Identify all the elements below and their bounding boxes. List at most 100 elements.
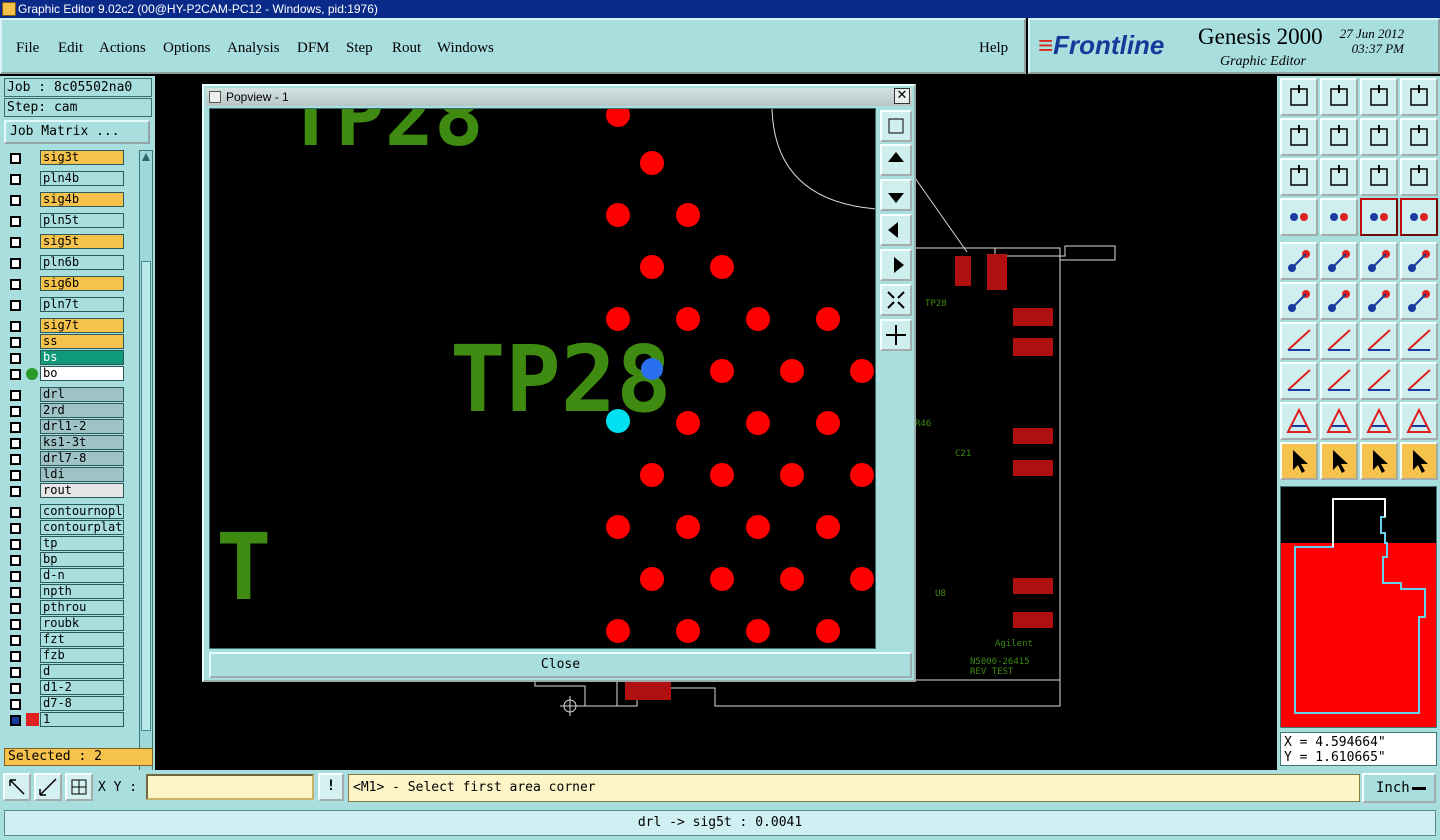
popview-pan-right-button[interactable] bbox=[880, 249, 912, 281]
layer-row[interactable]: drl bbox=[4, 387, 126, 403]
grid-icon[interactable] bbox=[1320, 198, 1358, 236]
popview-close-icon[interactable]: ✕ bbox=[894, 88, 910, 104]
layer-row[interactable]: sig6b bbox=[4, 276, 126, 292]
layer-name[interactable]: d-n bbox=[40, 568, 124, 583]
layer-checkbox[interactable] bbox=[10, 195, 21, 206]
layer-name[interactable]: contournopl bbox=[40, 504, 124, 519]
xy-input[interactable] bbox=[146, 774, 314, 800]
layer-name[interactable]: drl1-2 bbox=[40, 419, 124, 434]
layer-row[interactable]: pln6b bbox=[4, 255, 126, 271]
layer-checkbox[interactable] bbox=[10, 667, 21, 678]
layer-checkbox[interactable] bbox=[10, 258, 21, 269]
triangle-up-icon[interactable] bbox=[1320, 402, 1358, 440]
layer-checkbox[interactable] bbox=[10, 603, 21, 614]
zoom-box-icon[interactable] bbox=[1400, 78, 1438, 116]
layer-name[interactable]: pln4b bbox=[40, 171, 124, 186]
menu-dfm[interactable]: DFM bbox=[297, 40, 330, 57]
select-arrow-icon[interactable] bbox=[1360, 442, 1398, 480]
snap-drill-icon[interactable] bbox=[1360, 198, 1398, 236]
select-box-icon[interactable] bbox=[1320, 442, 1358, 480]
layer-name[interactable]: sig6b bbox=[40, 276, 124, 291]
popview-pan-up-button[interactable] bbox=[880, 144, 912, 176]
layer-checkbox[interactable] bbox=[10, 300, 21, 311]
popview-close-button[interactable]: Close bbox=[209, 652, 912, 678]
popview-zoom-fit-button[interactable] bbox=[880, 110, 912, 142]
layer-row[interactable]: fzt bbox=[4, 632, 126, 648]
layer-checkbox[interactable] bbox=[10, 406, 21, 417]
layer-name[interactable]: sig7t bbox=[40, 318, 124, 333]
layer-checkbox[interactable] bbox=[10, 470, 21, 481]
menu-help[interactable]: Help bbox=[979, 40, 1008, 57]
layer-name[interactable]: bs bbox=[40, 350, 124, 365]
layer-checkbox[interactable] bbox=[10, 619, 21, 630]
menu-rout[interactable]: Rout bbox=[392, 40, 421, 57]
undo-zoom-icon[interactable] bbox=[1360, 118, 1398, 156]
center-icon[interactable] bbox=[1320, 158, 1358, 196]
layer-name[interactable]: d7-8 bbox=[40, 696, 124, 711]
layer-row[interactable]: bo bbox=[4, 366, 126, 382]
layer-checkbox[interactable] bbox=[10, 153, 21, 164]
arc-tool-icon[interactable] bbox=[1320, 322, 1358, 360]
scroll-thumb[interactable] bbox=[141, 261, 151, 731]
layer-row[interactable]: sig3t bbox=[4, 150, 126, 166]
fit-all-icon[interactable] bbox=[1280, 158, 1318, 196]
menu-options[interactable]: Options bbox=[163, 40, 211, 57]
popview-zoom-in-button[interactable] bbox=[880, 284, 912, 316]
layer-checkbox[interactable] bbox=[10, 279, 21, 290]
job-matrix-button[interactable]: Job Matrix ... bbox=[4, 120, 150, 144]
zoom-home-icon[interactable] bbox=[1280, 78, 1318, 116]
layer-row[interactable]: drl7-8 bbox=[4, 451, 126, 467]
line-tool-icon[interactable] bbox=[1280, 322, 1318, 360]
layer-checkbox[interactable] bbox=[10, 353, 21, 364]
layer-row[interactable]: drl1-2 bbox=[4, 419, 126, 435]
layer-row[interactable]: sig7t bbox=[4, 318, 126, 334]
layer-row[interactable]: pln4b bbox=[4, 171, 126, 187]
popview-pan-left-button[interactable] bbox=[880, 214, 912, 246]
layer-name[interactable]: fzt bbox=[40, 632, 124, 647]
layer-name[interactable]: 2rd bbox=[40, 403, 124, 418]
layer-row[interactable]: sig4b bbox=[4, 192, 126, 208]
layer-row[interactable]: d-n bbox=[4, 568, 126, 584]
group-icon[interactable] bbox=[1400, 362, 1438, 400]
scroll-up-icon[interactable] bbox=[142, 153, 150, 161]
layer-checkbox[interactable] bbox=[10, 683, 21, 694]
layer-checkbox[interactable] bbox=[10, 337, 21, 348]
help-icon[interactable] bbox=[1400, 158, 1438, 196]
layer-checkbox[interactable] bbox=[10, 237, 21, 248]
layer-name[interactable]: pthrou bbox=[40, 600, 124, 615]
layer-checkbox[interactable] bbox=[10, 715, 21, 726]
measure-icon[interactable] bbox=[1360, 362, 1398, 400]
layer-row[interactable]: 1 bbox=[4, 712, 126, 728]
layer-row[interactable]: ldi bbox=[4, 467, 126, 483]
pad-tool-icon[interactable] bbox=[1400, 242, 1438, 280]
select-pads-icon[interactable] bbox=[1280, 362, 1318, 400]
layer-name[interactable]: npth bbox=[40, 584, 124, 599]
layer-row[interactable]: contourplate bbox=[4, 520, 126, 536]
layer-checkbox[interactable] bbox=[10, 571, 21, 582]
layer-checkbox[interactable] bbox=[10, 390, 21, 401]
layer-row[interactable]: bp bbox=[4, 552, 126, 568]
ruler-icon[interactable] bbox=[1360, 242, 1398, 280]
layer-name[interactable]: d1-2 bbox=[40, 680, 124, 695]
layer-checkbox[interactable] bbox=[10, 216, 21, 227]
layer-name[interactable]: rout bbox=[40, 483, 124, 498]
triangle-a-icon[interactable] bbox=[1360, 402, 1398, 440]
layer-name[interactable]: bo bbox=[40, 366, 124, 381]
layer-name[interactable]: pln7t bbox=[40, 297, 124, 312]
layer-checkbox[interactable] bbox=[10, 507, 21, 518]
layer-row[interactable]: tp bbox=[4, 536, 126, 552]
menu-actions[interactable]: Actions bbox=[99, 40, 146, 57]
layer-checkbox[interactable] bbox=[10, 555, 21, 566]
layer-name[interactable]: bp bbox=[40, 552, 124, 567]
layer-checkbox[interactable] bbox=[10, 438, 21, 449]
popview-zoom-out-button[interactable] bbox=[880, 319, 912, 351]
layer-name[interactable]: contourplate bbox=[40, 520, 124, 535]
menu-step[interactable]: Step bbox=[346, 40, 373, 57]
layer-checkbox[interactable] bbox=[10, 699, 21, 710]
layer-row[interactable]: pln7t bbox=[4, 297, 126, 313]
unit-selector[interactable]: Inch bbox=[1362, 773, 1436, 803]
move-icon[interactable] bbox=[1280, 282, 1318, 320]
layer-name[interactable]: d bbox=[40, 664, 124, 679]
layer-row[interactable]: contournopl bbox=[4, 504, 126, 520]
layer-checkbox[interactable] bbox=[10, 523, 21, 534]
